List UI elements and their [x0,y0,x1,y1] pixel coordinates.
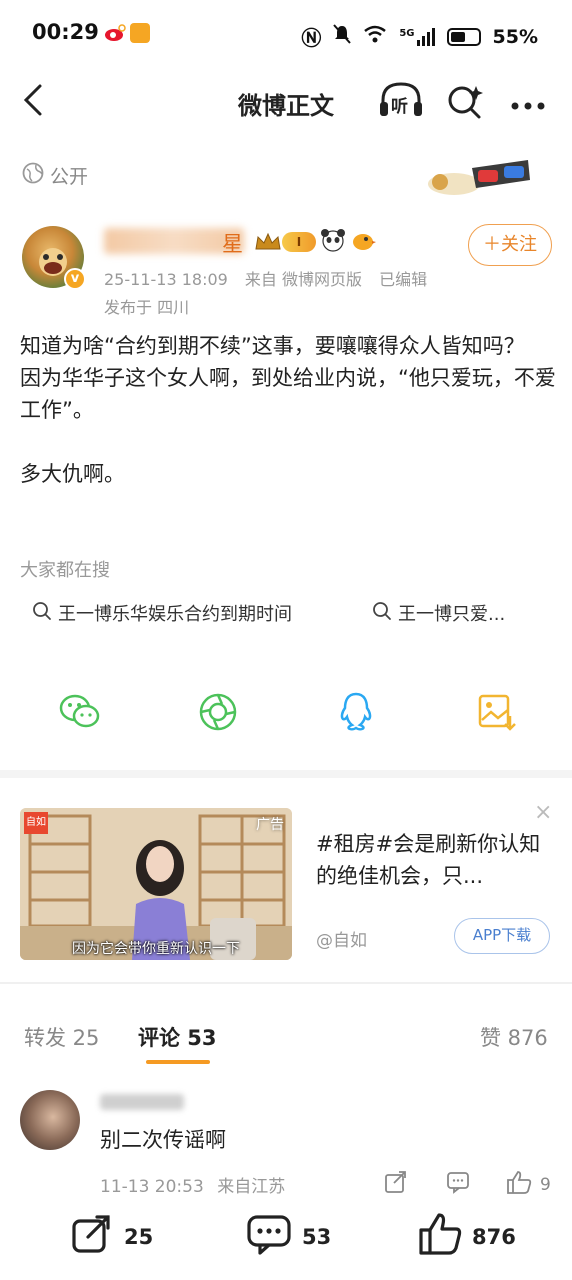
more-icon[interactable] [510,96,546,110]
search-icon [32,601,52,626]
comment-icon [246,1212,292,1261]
comment-like[interactable]: 9 [506,1170,551,1199]
decoration-3d-glasses-icon [424,152,534,198]
trending-search-item[interactable]: 王一博只爱... [372,600,505,626]
thumbs-up-icon [506,1170,532,1199]
active-tab-indicator [146,1060,210,1064]
reply-comment-icon[interactable] [446,1170,470,1194]
globe-icon [22,162,44,189]
wechat-share-icon[interactable] [58,690,102,734]
comment-text: 别二次传谣啊 [100,1128,226,1152]
like-icon [418,1212,462,1261]
tab-comment[interactable]: 评论 53 [138,1022,217,1052]
comment-like-count: 9 [540,1174,551,1195]
ad-close-icon[interactable]: × [534,800,552,825]
save-image-icon[interactable] [474,690,518,734]
repost-icon [70,1212,114,1261]
moments-share-icon[interactable] [196,690,240,734]
ad-source[interactable]: @自如 [316,926,367,951]
post-body: 知道为啥“合约到期不续”这事，要嚷嚷得众人皆知吗？ 因为华华子这个女人啊，到处给… [20,334,556,486]
search-sparkle-icon[interactable] [446,82,484,120]
search-icon [372,601,392,626]
ad-caption: 因为它会带你重新认识一下 [72,941,240,957]
repost-count: 25 [124,1224,154,1249]
trending-search-text: 王一博只爱... [398,604,506,625]
bird-emoji-icon [350,228,376,252]
trending-search-label: 大家都在搜 [20,560,110,581]
trending-search-text: 王一博乐华娱乐合约到期时间 [58,604,292,625]
ad-badge: 广告 [256,817,284,833]
verified-badge-icon: v [64,268,86,290]
comment-count: 53 [302,1224,332,1249]
listen-icon[interactable]: 听 [378,80,424,120]
ad-download-button[interactable]: APP下载 [454,918,550,954]
battery-icon [446,27,481,46]
tab-like[interactable]: 赞 876 [480,1022,548,1052]
comment-button[interactable]: 53 [246,1212,331,1261]
post-source: 来自 微博网页版 [244,270,363,289]
post-meta: 25-11-13 18:09 来自 微博网页版 已编辑 [104,266,427,290]
page-title: 微博正文 [238,92,334,120]
mute-icon [333,24,352,49]
battery-level: 55% [492,25,538,48]
level-badge: I [282,232,316,252]
listen-label: 听 [391,97,408,117]
section-divider [0,982,572,984]
status-time: 00:29 [32,20,99,44]
wifi-icon [363,25,387,48]
commenter-name-blurred [100,1094,184,1110]
comment-date: 11-13 20:53 [100,1177,204,1197]
nfc-icon: Ⓝ [301,26,322,50]
qq-share-icon[interactable] [334,690,378,734]
comment-location: 来自江苏 [217,1177,286,1197]
commenter-avatar[interactable] [20,1090,80,1150]
repost-comment-icon[interactable] [384,1170,408,1194]
status-right: Ⓝ 5G 55% [301,22,538,51]
tab-repost[interactable]: 转发 25 [24,1022,99,1052]
follow-button[interactable]: ＋关注 [468,224,552,266]
repost-button[interactable]: 25 [70,1212,153,1261]
comment-meta: 11-13 20:53 来自江苏 [100,1172,285,1197]
signal-icon: 5G [399,27,435,46]
weibo-notification-icon [104,24,126,42]
ad-brand-logo: 自如 [24,812,48,834]
member-crown-badge: I [254,230,318,254]
post-edited: 已编辑 [379,270,428,289]
trending-search-item[interactable]: 王一博乐华娱乐合约到期时间 [32,600,292,626]
visibility-label: 公开 [50,166,89,188]
post-location: 发布于 四川 [104,298,190,317]
app-notification-icon [130,23,150,43]
like-button[interactable]: 876 [418,1212,516,1261]
author-username[interactable]: 星 [222,228,243,258]
status-bar: 00:29 Ⓝ 5G 55% [0,0,572,70]
section-divider [0,770,572,778]
post-date: 25-11-13 18:09 [104,270,228,289]
ad-text[interactable]: #租房#会是刷新你认知的绝佳机会，只... [316,828,552,892]
panda-emoji-icon [320,228,346,252]
like-count: 876 [472,1224,516,1249]
ad-image[interactable]: 自如 广告 因为它会带你重新认识一下 [20,808,292,960]
visibility-indicator: 公开 [22,162,88,189]
